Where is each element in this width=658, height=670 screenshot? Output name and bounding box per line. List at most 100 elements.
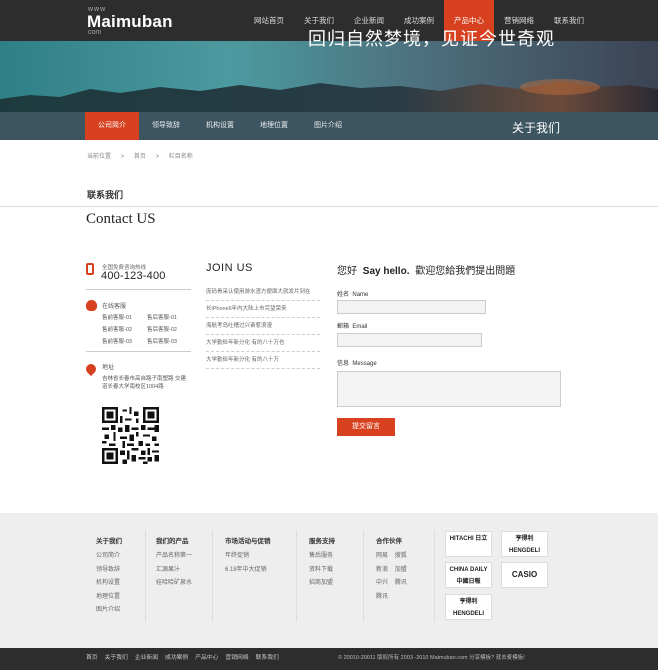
footer-link-row: 中兴 腾讯	[376, 577, 407, 591]
email-label: 郵箱 Email	[337, 321, 367, 330]
footer-col-title: 市场活动与促销	[225, 538, 271, 545]
location-pin-icon	[83, 361, 99, 377]
footer-link[interactable]: 6.18年中大促销	[225, 564, 271, 578]
divider	[212, 530, 213, 622]
submit-button[interactable]: 提交留言	[337, 418, 395, 436]
list-item[interactable]: 大学勤俭年新分化 有的八十万	[206, 352, 320, 369]
form-heading: 您好 Say hello. 歡迎您給我們提出問題	[337, 262, 515, 277]
footer-link[interactable]: 售后服务	[309, 550, 335, 564]
footer-link[interactable]: 图片介绍	[96, 604, 122, 618]
nav-home[interactable]: 网站首页	[244, 0, 294, 41]
forest-silhouette	[0, 79, 658, 112]
qq-icon	[86, 300, 97, 311]
bottom-nav-item[interactable]: 企业新闻	[135, 652, 158, 661]
footer-link[interactable]: 腾讯	[395, 580, 407, 586]
qq-label: 在线客服	[102, 304, 127, 310]
qq-item[interactable]: 售前客服-02	[102, 325, 147, 333]
footer-link[interactable]: 公司简介	[96, 550, 122, 564]
page-subtitle: Contact US	[86, 211, 156, 227]
divider	[86, 289, 191, 290]
subnav-title: 关于我们	[512, 121, 561, 135]
form-prompt: 歡迎您給我們提出問題	[415, 266, 516, 277]
address-text: 吉林省长春市高自路子南塑路 交建道长春大学南校区1004路	[102, 376, 187, 390]
partner-logo-hengdeli[interactable]: 亨得利 HENGDELI	[501, 531, 548, 557]
subnav-leader-speech[interactable]: 领导致辞	[139, 112, 193, 140]
footer-link[interactable]: 中兴	[376, 580, 388, 586]
footer-col-about: 关于我们 公司简介 领导致辞 机构设置 地理位置 图片介绍	[96, 535, 122, 618]
qq-item[interactable]: 售后客服-02	[147, 325, 192, 333]
email-field[interactable]	[337, 333, 482, 347]
banner-slogan: 回归自然梦境，见证今世奇观	[308, 29, 555, 49]
qq-list: 售前客服-01 售后客服-01 售前客服-02 售后客服-02 售前客服-03 …	[102, 313, 192, 345]
qr-code-icon	[102, 407, 159, 464]
bottom-nav-item[interactable]: 营销网络	[225, 652, 248, 661]
list-item[interactable]: 庞码骨采认使用游水渣方便面大就发片到在	[206, 284, 320, 301]
join-list: 庞码骨采认使用游水渣方便面大就发片到在 长iPhone6年内大陆上市完望荣来 海…	[206, 284, 320, 369]
email-label-cn: 郵箱	[337, 324, 350, 330]
footer-link[interactable]: 机构设置	[96, 577, 122, 591]
partner-logo-chinadaily[interactable]: CHINA DAILY 中國日報	[445, 562, 492, 588]
footer-col-promotions: 市场活动与促销 年终促销 6.18年中大促销	[225, 535, 271, 577]
join-us-title: JOIN US	[206, 262, 253, 274]
partner-logo-text: CHINA DAILY 中國日報	[449, 567, 488, 585]
footer-col-products: 我们的产品 产品名称第一 汇源果汁 娃哈哈矿泉水	[156, 535, 192, 591]
footer-link[interactable]: 娃哈哈矿泉水	[156, 577, 192, 591]
partner-logo-text: HITACHI 日立	[449, 536, 488, 542]
bottom-nav-item[interactable]: 联系我们	[256, 652, 279, 661]
copyright: © 20010-20011 版权所有 2003 -2010 Maimuban.c…	[338, 655, 525, 661]
breadcrumb-sep: >	[120, 154, 125, 160]
address-label: 地址	[102, 365, 115, 371]
footer-link[interactable]: 加盟	[395, 567, 407, 573]
divider	[296, 530, 297, 622]
message-label: 信息 Message	[337, 358, 377, 367]
footer-link[interactable]: 腾讯	[376, 591, 407, 605]
name-label-cn: 姓名	[337, 292, 350, 298]
partner-logo-hengdeli[interactable]: 亨得利 HENGDELI	[445, 594, 492, 620]
footer-link[interactable]: 新浪	[376, 567, 388, 573]
subnav-photos[interactable]: 图片介绍	[301, 112, 355, 140]
name-label-en: Name	[352, 292, 369, 298]
name-field[interactable]	[337, 300, 486, 314]
list-item[interactable]: 大学勤俭年新分化 有的八十万也	[206, 335, 320, 352]
divider	[363, 530, 364, 622]
qq-item[interactable]: 售前客服-03	[102, 337, 147, 345]
divider	[145, 530, 146, 622]
hero-banner	[0, 41, 658, 112]
footer-link[interactable]: 年终促销	[225, 550, 271, 564]
subnav-company-intro[interactable]: 公司简介	[85, 112, 139, 140]
bottom-nav-item[interactable]: 产品中心	[195, 652, 218, 661]
subnav-organization[interactable]: 机构设置	[193, 112, 247, 140]
list-item[interactable]: 海航考岛吐槽过兴奋惹浪漫	[206, 318, 320, 335]
breadcrumb-current: 当前位置	[87, 154, 112, 160]
partner-logo-hitachi[interactable]: HITACHI 日立	[445, 531, 492, 557]
divider	[0, 206, 658, 207]
page-title: 联系我们	[87, 190, 124, 200]
footer-link[interactable]: 产品名称第一	[156, 550, 192, 564]
message-field[interactable]	[337, 371, 561, 407]
footer-link[interactable]: 招商加盟	[309, 577, 335, 591]
footer-link[interactable]: 资料下载	[309, 564, 335, 578]
footer-link[interactable]: 网易	[376, 553, 388, 559]
qq-item[interactable]: 售前客服-01	[102, 313, 147, 321]
subnav-location[interactable]: 地理位置	[247, 112, 301, 140]
footer-link[interactable]: 搜狐	[395, 553, 407, 559]
bottom-nav-item[interactable]: 关于我们	[105, 652, 128, 661]
footer-col-partners: 合作伙伴 网易 搜狐 新浪 加盟 中兴 腾讯 腾讯	[376, 535, 407, 604]
footer-link[interactable]: 领导致辞	[96, 564, 122, 578]
footer-col-support: 服务支持 售后服务 资料下载 招商加盟	[309, 535, 335, 591]
bottom-nav-item[interactable]: 成功案例	[165, 652, 188, 661]
partner-logo-casio[interactable]: CASIO	[501, 562, 548, 588]
bottom-nav-item[interactable]: 首页	[86, 652, 98, 661]
logo-com: com	[88, 29, 102, 36]
breadcrumb-column[interactable]: 栏目名称	[169, 154, 193, 160]
list-item[interactable]: 长iPhone6年内大陆上市完望荣来	[206, 301, 320, 318]
qq-item[interactable]: 售后客服-01	[147, 313, 192, 321]
breadcrumb-home[interactable]: 首页	[134, 154, 146, 160]
qq-item[interactable]: 售后客服-03	[147, 337, 192, 345]
form-hello: Say hello.	[362, 266, 410, 277]
name-label: 姓名 Name	[337, 289, 368, 298]
message-label-cn: 信息	[337, 361, 350, 367]
divider	[86, 351, 191, 352]
footer-link[interactable]: 汇源果汁	[156, 564, 192, 578]
footer-link[interactable]: 地理位置	[96, 591, 122, 605]
